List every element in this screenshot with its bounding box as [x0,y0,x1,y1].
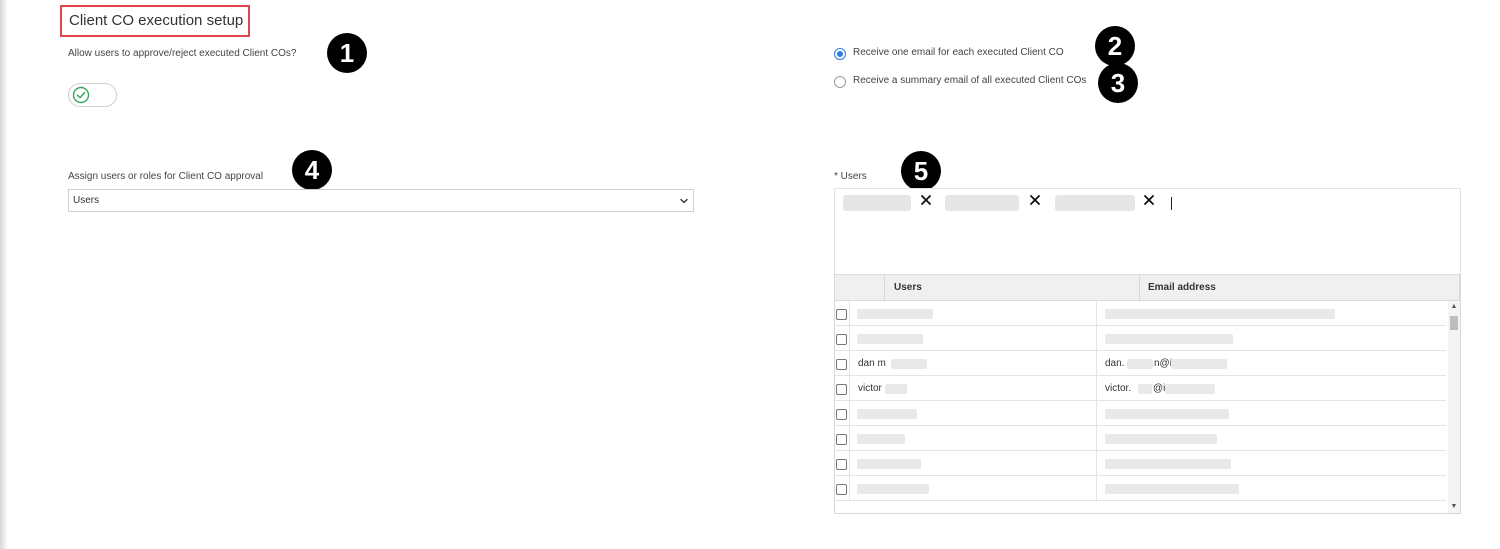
row-checkbox[interactable] [836,484,847,495]
text-cursor [1171,197,1172,210]
radio-summary-email[interactable] [834,76,846,88]
row-checkbox[interactable] [836,359,847,370]
user-email-redacted [1105,334,1233,344]
window-edge-shadow [0,0,8,549]
row-checkbox[interactable] [836,309,847,320]
header-email[interactable]: Email address [1140,275,1460,300]
approve-toggle[interactable] [68,83,117,107]
table-row[interactable] [835,476,1446,501]
section-title: Client CO execution setup [60,5,250,37]
assign-label: Assign users or roles for Client CO appr… [68,171,264,182]
row-checkbox[interactable] [836,334,847,345]
grid-scrollbar[interactable]: ▲ ▼ [1448,301,1460,513]
user-email-redacted [1105,484,1239,494]
close-icon[interactable] [1028,193,1042,207]
assign-dropdown[interactable]: Users [68,189,694,212]
user-email-suffix: n@i [1154,358,1172,369]
user-email-redacted [1127,359,1153,369]
callout-3: 3 [1098,63,1138,103]
scroll-down-icon[interactable]: ▼ [1450,503,1458,511]
close-icon[interactable] [1142,193,1156,207]
user-name-redacted [857,459,921,469]
user-name-redacted [885,384,907,394]
user-email-redacted [1138,384,1152,394]
chevron-down-icon [680,198,688,204]
scroll-up-icon[interactable]: ▲ [1450,303,1458,311]
callout-2: 2 [1095,26,1135,66]
user-email-suffix: @i [1153,383,1166,394]
user-name-redacted [857,309,933,319]
user-name: victor [858,383,882,394]
user-name-redacted [857,434,905,444]
users-field-label: * Users [834,171,867,182]
user-email-redacted [1105,309,1335,319]
user-email-redacted [1165,384,1215,394]
table-row[interactable] [835,401,1446,426]
scroll-thumb[interactable] [1450,316,1458,330]
user-email-redacted [1105,434,1217,444]
radio-summary-email-label: Receive a summary email of all executed … [853,75,1087,86]
grid-header: Users Email address [835,275,1460,301]
table-row[interactable] [835,326,1446,351]
radio-one-email[interactable] [834,48,846,60]
user-email-redacted [1105,459,1231,469]
table-row[interactable] [835,301,1446,326]
user-name-redacted [857,484,929,494]
user-name-redacted [891,359,927,369]
callout-4: 4 [292,150,332,190]
user-name: dan m [858,358,886,369]
selected-user-chip [1055,195,1135,211]
table-row[interactable] [835,451,1446,476]
user-email-redacted [1171,359,1227,369]
user-email-redacted [1105,409,1229,419]
assign-dropdown-value: Users [73,195,100,206]
row-checkbox[interactable] [836,384,847,395]
user-name-redacted [857,409,917,419]
callout-1: 1 [327,33,367,73]
close-icon[interactable] [919,193,933,207]
row-checkbox[interactable] [836,434,847,445]
approve-question-label: Allow users to approve/reject executed C… [68,48,297,59]
table-row[interactable]: dan m dan. n@i [835,351,1446,376]
check-circle-icon [72,86,90,104]
table-row[interactable] [835,426,1446,451]
callout-5: 5 [901,151,941,191]
selected-user-chip [945,195,1019,211]
users-grid: Users Email address dan m dan. n@i victo… [834,274,1461,514]
row-checkbox[interactable] [836,409,847,420]
selected-user-chip [843,195,911,211]
row-checkbox[interactable] [836,459,847,470]
user-email: dan. [1105,358,1125,369]
table-row[interactable]: victor victor. @i [835,376,1446,401]
header-users[interactable]: Users [885,275,1140,300]
user-email: victor. [1105,383,1132,394]
radio-one-email-label: Receive one email for each executed Clie… [853,47,1064,58]
users-multiselect[interactable] [834,188,1461,274]
header-select-column [835,275,885,300]
user-name-redacted [857,334,923,344]
